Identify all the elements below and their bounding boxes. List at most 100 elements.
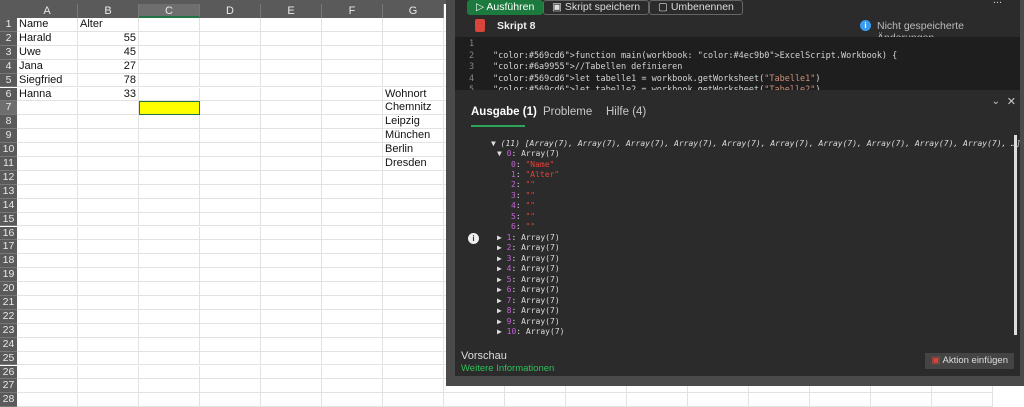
cell[interactable] (383, 59, 444, 74)
row-header-4[interactable]: 4 (0, 59, 17, 74)
cell[interactable] (200, 45, 261, 60)
cell[interactable]: Alter (78, 18, 139, 32)
cell[interactable] (383, 268, 444, 283)
row-header-11[interactable]: 11 (0, 157, 17, 171)
cell[interactable] (200, 379, 261, 394)
row-header-5[interactable]: 5 (0, 73, 17, 88)
cell[interactable] (505, 393, 566, 407)
cell[interactable] (78, 309, 139, 324)
cell[interactable] (139, 212, 200, 227)
cell[interactable] (261, 101, 322, 116)
cell[interactable] (139, 170, 200, 185)
cell[interactable] (261, 240, 322, 255)
cell[interactable] (200, 268, 261, 283)
output-array-item-collapsed[interactable]: ▶ 10: Array(7) (497, 327, 564, 337)
cell[interactable] (322, 129, 383, 144)
cell[interactable] (139, 379, 200, 394)
cell[interactable] (78, 351, 139, 366)
row-header-21[interactable]: 21 (0, 296, 17, 310)
cell[interactable] (139, 45, 200, 60)
cell[interactable] (139, 18, 200, 32)
output-value[interactable]: 4: "" (511, 201, 535, 211)
save-script-button[interactable]: ▣ Skript speichern (543, 0, 650, 15)
cell[interactable] (17, 143, 78, 157)
cell[interactable] (17, 268, 78, 283)
cell[interactable] (200, 351, 261, 366)
cell[interactable] (17, 101, 78, 116)
cell[interactable] (200, 18, 261, 32)
cell[interactable] (322, 59, 383, 74)
cell[interactable] (383, 73, 444, 88)
row-header-10[interactable]: 10 (0, 143, 17, 157)
cell[interactable] (261, 296, 322, 310)
cell[interactable] (261, 170, 322, 185)
cell[interactable] (17, 351, 78, 366)
cell[interactable] (261, 351, 322, 366)
cell[interactable]: Name (17, 18, 78, 32)
select-all-corner[interactable] (0, 0, 17, 18)
cell[interactable] (261, 379, 322, 394)
cell[interactable] (261, 129, 322, 144)
output-value[interactable]: 5: "" (511, 212, 535, 222)
row-header-19[interactable]: 19 (0, 268, 17, 283)
cell[interactable]: Leipzig (383, 115, 444, 130)
output-value[interactable]: 2: "" (511, 180, 535, 190)
output-value[interactable]: 1: "Alter" (511, 170, 559, 180)
cell[interactable] (139, 143, 200, 157)
row-header-24[interactable]: 24 (0, 337, 17, 352)
cell[interactable] (17, 129, 78, 144)
cell[interactable] (78, 115, 139, 130)
row-header-1[interactable]: 1 (0, 18, 17, 32)
cell[interactable] (322, 101, 383, 116)
output-array-item-collapsed[interactable]: ▶ 4: Array(7) (497, 264, 560, 274)
cell[interactable] (139, 198, 200, 213)
cell[interactable] (200, 73, 261, 88)
cell[interactable] (139, 296, 200, 310)
cell[interactable]: Berlin (383, 143, 444, 157)
row-header-13[interactable]: 13 (0, 184, 17, 199)
cell[interactable] (200, 323, 261, 338)
row-header-15[interactable]: 15 (0, 212, 17, 227)
cell[interactable] (139, 282, 200, 296)
cell[interactable]: 78 (78, 73, 139, 88)
output-array-item-collapsed[interactable]: ▶ 2: Array(7) (497, 243, 560, 253)
cell[interactable] (200, 198, 261, 213)
cell[interactable] (17, 240, 78, 255)
cell[interactable] (261, 268, 322, 283)
cell[interactable] (200, 309, 261, 324)
cell[interactable] (749, 393, 810, 407)
code-line[interactable]: 1 (455, 39, 493, 50)
cell[interactable] (383, 365, 444, 380)
cell[interactable] (322, 73, 383, 88)
cell[interactable] (17, 337, 78, 352)
cell[interactable] (17, 170, 78, 185)
cell[interactable]: Dresden (383, 157, 444, 171)
cell[interactable] (932, 393, 993, 407)
cell[interactable] (200, 59, 261, 74)
cell[interactable] (383, 198, 444, 213)
row-header-20[interactable]: 20 (0, 282, 17, 296)
output-array-item-expanded[interactable]: ▼ 0: Array(7) (497, 149, 560, 159)
cell[interactable] (261, 115, 322, 130)
cell[interactable]: Wohnort (383, 87, 444, 102)
column-header-f[interactable]: F (322, 4, 383, 18)
cell[interactable] (322, 184, 383, 199)
cell[interactable] (810, 393, 871, 407)
cell[interactable] (383, 337, 444, 352)
cell[interactable] (383, 323, 444, 338)
cell[interactable] (261, 309, 322, 324)
cell[interactable] (139, 365, 200, 380)
row-header-23[interactable]: 23 (0, 323, 17, 338)
output-array-item-collapsed[interactable]: ▶ 1: Array(7) (497, 233, 560, 243)
row-header-18[interactable]: 18 (0, 254, 17, 269)
cell[interactable] (78, 323, 139, 338)
cell[interactable] (322, 323, 383, 338)
cell[interactable] (322, 143, 383, 157)
cell[interactable]: Chemnitz (383, 101, 444, 116)
cell[interactable] (17, 365, 78, 380)
cell[interactable] (261, 59, 322, 74)
cell[interactable] (200, 170, 261, 185)
cell[interactable] (78, 254, 139, 269)
cell[interactable] (322, 212, 383, 227)
code-line[interactable]: 4 "color:#569cd6">let tabelle1 = workbook… (455, 74, 821, 85)
